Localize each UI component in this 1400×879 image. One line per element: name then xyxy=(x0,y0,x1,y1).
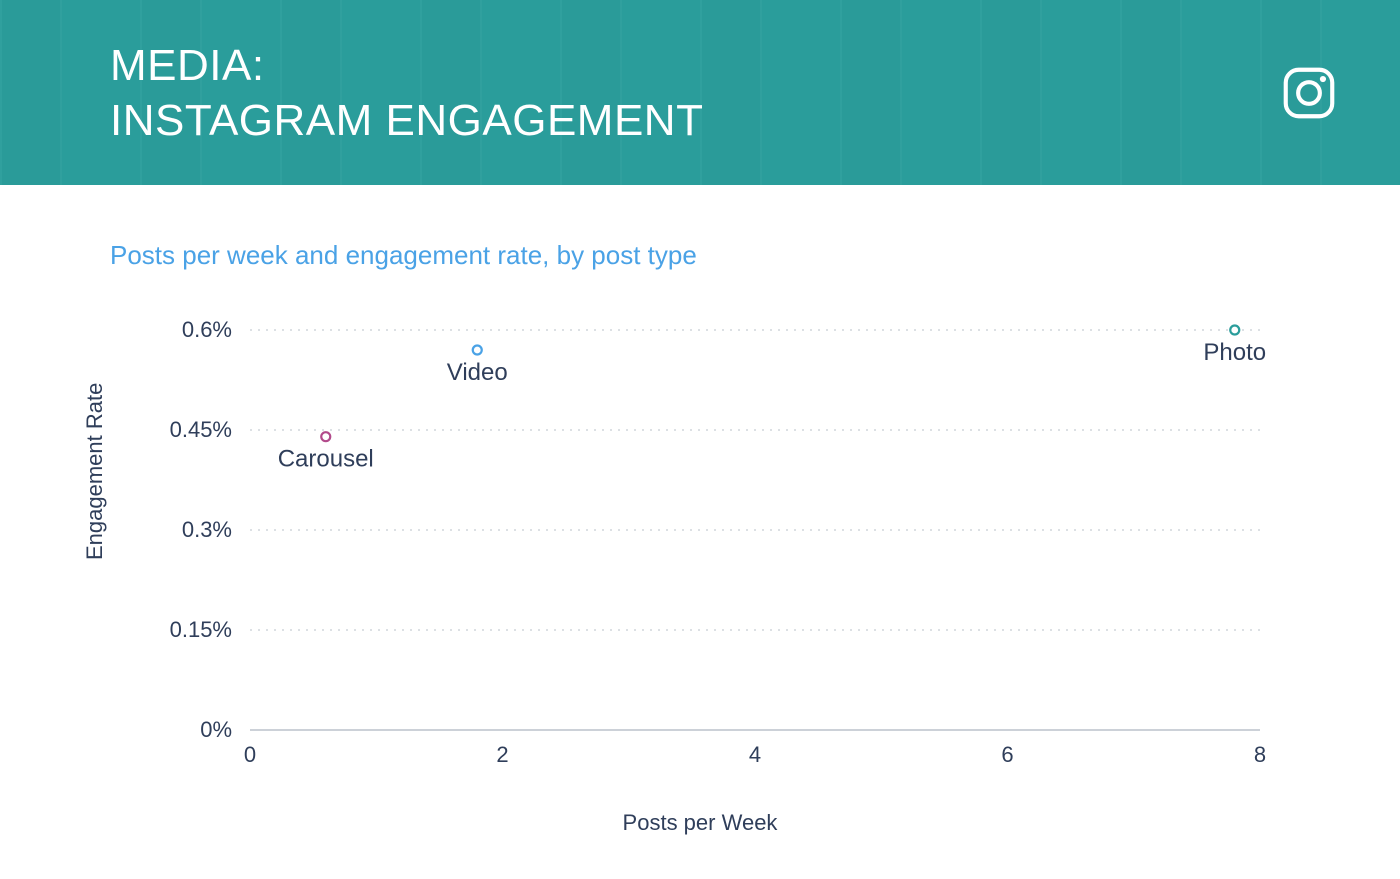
x-tick-label: 6 xyxy=(1001,742,1013,767)
page-header: MEDIA: INSTAGRAM ENGAGEMENT xyxy=(0,0,1400,185)
y-axis-label: Engagement Rate xyxy=(82,383,108,560)
title-line-1: MEDIA: xyxy=(110,38,703,93)
data-point xyxy=(1230,326,1239,335)
scatter-chart: 0% 0.15% 0.3% 0.45% 0.6% 0 2 4 6 8 Carousel Video Ph… xyxy=(110,300,1290,860)
x-tick-label: 2 xyxy=(496,742,508,767)
data-point-label: Photo xyxy=(1203,339,1266,366)
data-point xyxy=(321,432,330,441)
instagram-icon xyxy=(1278,62,1340,124)
data-point xyxy=(473,346,482,355)
y-tick-label: 0.3% xyxy=(182,517,232,542)
x-tick-label: 8 xyxy=(1254,742,1266,767)
y-tick-label: 0.6% xyxy=(182,317,232,342)
y-tick-label: 0.45% xyxy=(170,417,232,442)
x-tick-label: 0 xyxy=(244,742,256,767)
chart-subtitle: Posts per week and engagement rate, by p… xyxy=(0,185,1400,271)
title-line-2: INSTAGRAM ENGAGEMENT xyxy=(110,93,703,148)
data-point-label: Carousel xyxy=(278,446,374,473)
y-tick-label: 0% xyxy=(200,717,232,742)
y-tick-label: 0.15% xyxy=(170,617,232,642)
x-tick-label: 4 xyxy=(749,742,761,767)
x-axis-label: Posts per Week xyxy=(110,810,1290,836)
data-point-label: Video xyxy=(447,359,508,386)
page-title: MEDIA: INSTAGRAM ENGAGEMENT xyxy=(110,38,703,148)
